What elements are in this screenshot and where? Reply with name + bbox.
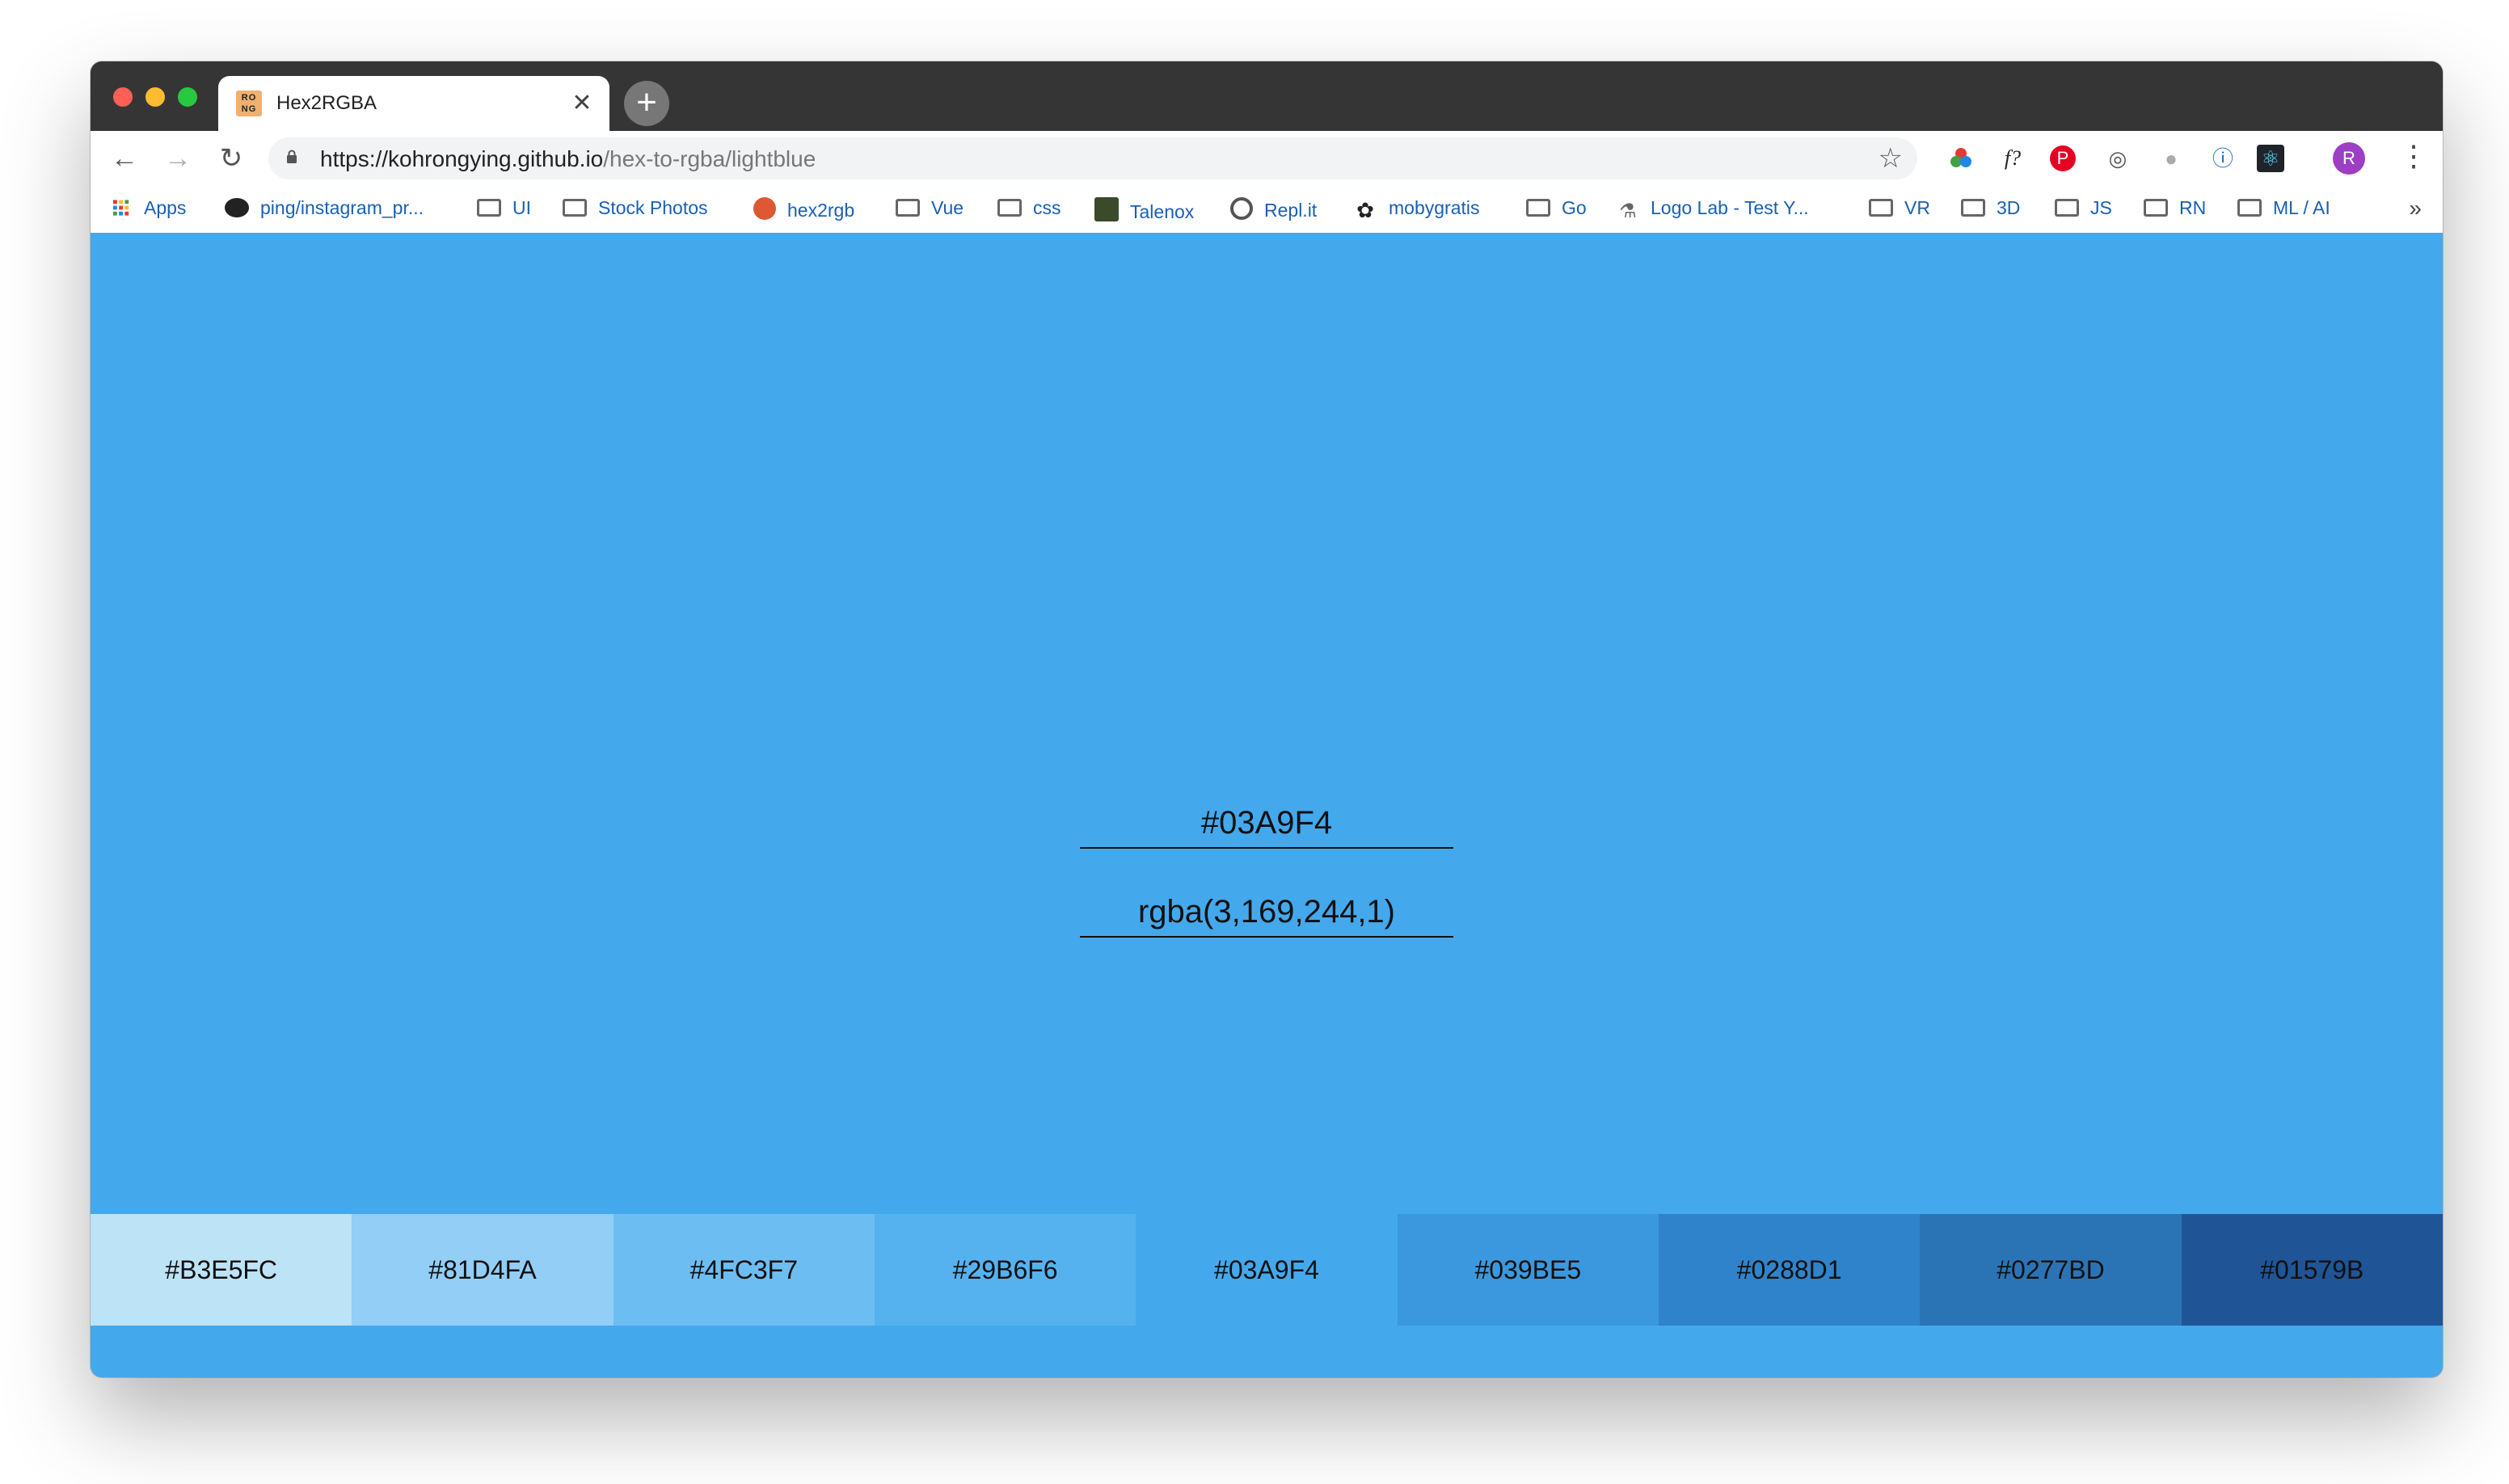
palette-swatch[interactable]: #4FC3F7 xyxy=(613,1214,875,1326)
bookmark-folder-js[interactable]: JS xyxy=(2055,197,2112,219)
folder-icon xyxy=(1869,199,1893,217)
bookmark-label: RN xyxy=(2179,197,2207,218)
bookmark-folder-rn[interactable]: RN xyxy=(2144,197,2206,219)
folder-icon xyxy=(2144,199,2168,217)
github-icon xyxy=(225,198,249,217)
forward-icon[interactable]: → xyxy=(160,141,196,176)
bookmark-label: Go xyxy=(1562,197,1587,218)
color-palette: #B3E5FC #81D4FA #4FC3F7 #29B6F6 #03A9F4 #039B… xyxy=(91,1214,2443,1326)
whatfont-extension-icon[interactable]: f? xyxy=(1997,142,2029,175)
folder-icon xyxy=(477,199,501,217)
bookmark-label: Talenox xyxy=(1130,201,1195,222)
bookmark-replit[interactable]: Repl.it xyxy=(1230,197,1317,221)
page-content: #03A9F4 rgba(3,169,244,1) #B3E5FC #81D4FA… xyxy=(91,233,2443,1326)
more-bookmarks-icon[interactable]: » xyxy=(2409,196,2422,221)
browser-window: RO NG Hex2RGBA ✕ + ← → ↻ https://kohrong… xyxy=(91,61,2443,1377)
browser-menu-icon[interactable]: ⋮ xyxy=(2399,139,2428,173)
bookmark-label: 3D xyxy=(1997,197,2021,218)
apps-grid-icon xyxy=(113,200,129,216)
bookmark-label: mobygratis xyxy=(1389,197,1480,218)
bookmark-apps[interactable]: Apps xyxy=(113,197,186,219)
bookmark-instagram[interactable]: ping/instagram_pr... xyxy=(225,197,424,219)
lock-icon xyxy=(287,150,297,163)
bookmark-label: hex2rgb xyxy=(787,200,855,221)
hex-input[interactable]: #03A9F4 xyxy=(1080,799,1453,849)
bookmark-folder-css[interactable]: css xyxy=(997,197,1061,219)
favicon-icon: RO NG xyxy=(236,91,262,116)
pinterest-extension-icon[interactable]: P xyxy=(2050,145,2076,171)
folder-icon xyxy=(2055,199,2079,217)
new-tab-button[interactable]: + xyxy=(624,81,669,126)
color-wheel-extension-icon[interactable] xyxy=(1945,142,1977,175)
bookmark-label: Stock Photos xyxy=(598,197,708,218)
palette-swatch[interactable]: #039BE5 xyxy=(1397,1214,1659,1326)
bookmarks-bar: Apps ping/instagram_pr... UI Stock Photo… xyxy=(91,186,2443,234)
bookmark-label: ping/instagram_pr... xyxy=(260,197,424,218)
bookmark-folder-vr[interactable]: VR xyxy=(1869,197,1930,219)
logo-lab-icon: ⚗ xyxy=(1619,200,1637,222)
bookmark-folder-vue[interactable]: Vue xyxy=(896,197,964,219)
folder-icon xyxy=(997,199,1022,217)
react-devtools-extension-icon[interactable]: ⚛ xyxy=(2257,145,2284,172)
minimize-window-button[interactable] xyxy=(145,87,165,107)
bookmark-label: JS xyxy=(2090,197,2112,218)
rgba-output[interactable]: rgba(3,169,244,1) xyxy=(1080,887,1453,938)
url-path: /hex-to-rgba/lightblue xyxy=(603,146,816,171)
tab-close-icon[interactable]: ✕ xyxy=(566,87,598,120)
tab-hex2rgba[interactable]: RO NG Hex2RGBA ✕ xyxy=(218,76,609,131)
folder-icon xyxy=(1526,199,1550,217)
folder-icon xyxy=(1961,199,1985,217)
bookmark-mobygratis[interactable]: ✿ mobygratis xyxy=(1353,197,1480,222)
url-host: https://kohrongying.github.io xyxy=(320,146,604,171)
bookmark-label: VR xyxy=(1904,197,1930,218)
tab-strip: RO NG Hex2RGBA ✕ + xyxy=(91,61,2443,131)
palette-swatch[interactable]: #29B6F6 xyxy=(874,1214,1136,1326)
bookmark-label: Apps xyxy=(144,197,187,218)
mobygratis-icon: ✿ xyxy=(1356,198,1374,222)
reload-icon[interactable]: ↻ xyxy=(213,141,249,176)
bookmark-folder-ml-ai[interactable]: ML / AI xyxy=(2237,197,2330,219)
bookmark-folder-go[interactable]: Go xyxy=(1526,197,1587,219)
palette-swatch[interactable]: #0277BD xyxy=(1920,1214,2182,1326)
duckduckgo-icon xyxy=(753,197,776,220)
bookmark-label: Vue xyxy=(931,197,964,218)
bookmark-hex2rgb[interactable]: hex2rgb xyxy=(753,197,854,221)
browser-toolbar: ← → ↻ https://kohrongying.github.io/hex-… xyxy=(91,131,2443,186)
folder-icon xyxy=(563,199,587,217)
back-icon[interactable]: ← xyxy=(107,141,142,176)
lightbulb-extension-icon[interactable]: ● xyxy=(2155,142,2187,175)
maximize-window-button[interactable] xyxy=(178,87,197,107)
password-manager-extension-icon[interactable]: ⓘ xyxy=(2207,142,2239,175)
aperture-extension-icon[interactable]: ◎ xyxy=(2102,142,2134,175)
profile-avatar[interactable]: R xyxy=(2333,142,2365,175)
bookmark-label: Logo Lab - Test Y... xyxy=(1651,197,1809,218)
palette-swatch[interactable]: #81D4FA xyxy=(352,1214,614,1326)
palette-swatch[interactable]: #01579B xyxy=(2181,1214,2443,1326)
palette-swatch[interactable]: #B3E5FC xyxy=(91,1214,352,1326)
tab-title: Hex2RGBA xyxy=(276,92,377,114)
url-text: https://kohrongying.github.io/hex-to-rgb… xyxy=(320,146,816,172)
bookmark-folder-stock-photos[interactable]: Stock Photos xyxy=(563,197,708,219)
address-bar[interactable]: https://kohrongying.github.io/hex-to-rgb… xyxy=(268,137,1917,179)
folder-icon xyxy=(2237,199,2262,217)
palette-swatch[interactable]: #03A9F4 xyxy=(1136,1214,1398,1326)
replit-icon xyxy=(1230,197,1253,220)
close-window-button[interactable] xyxy=(113,87,133,107)
bookmark-folder-ui[interactable]: UI xyxy=(477,197,531,219)
talenox-icon xyxy=(1094,197,1119,221)
bookmark-label: UI xyxy=(512,197,531,218)
bookmark-label: Repl.it xyxy=(1264,200,1318,221)
folder-icon xyxy=(896,199,920,217)
palette-swatch[interactable]: #0288D1 xyxy=(1658,1214,1921,1326)
bookmark-talenox[interactable]: Talenox xyxy=(1094,197,1194,223)
bookmark-star-icon[interactable]: ☆ xyxy=(1879,142,1903,175)
bookmark-label: ML / AI xyxy=(2273,197,2330,218)
bookmark-label: css xyxy=(1033,197,1061,218)
bookmark-logo-lab[interactable]: ⚗ Logo Lab - Test Y... xyxy=(1617,197,1809,222)
bookmark-folder-3d[interactable]: 3D xyxy=(1961,197,2020,219)
